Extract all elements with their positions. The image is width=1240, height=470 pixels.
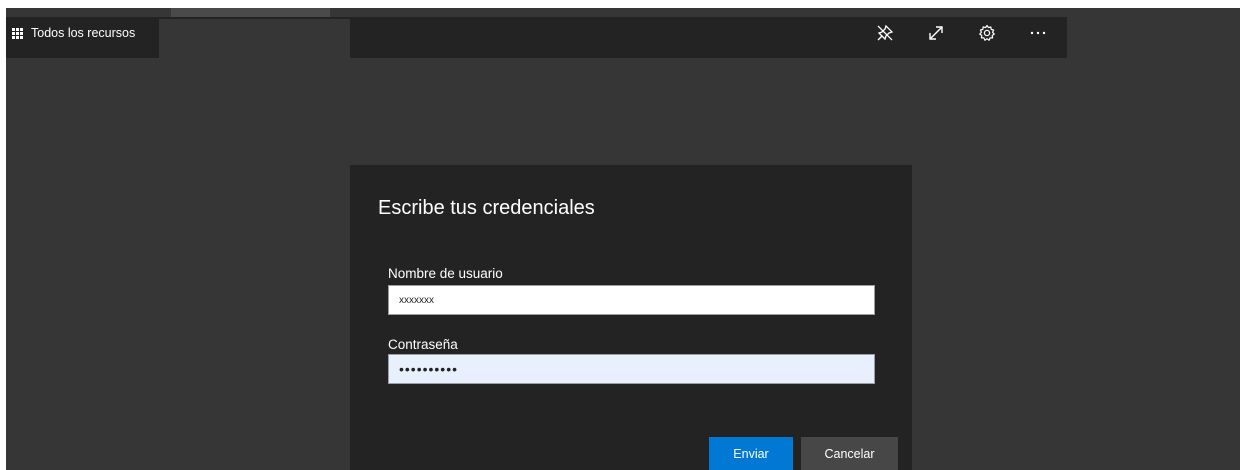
active-tab[interactable] xyxy=(159,19,350,58)
top-bar-right-area xyxy=(1067,17,1240,58)
password-field[interactable] xyxy=(388,354,875,384)
unpin-icon xyxy=(877,24,894,40)
more-icon xyxy=(1030,31,1046,34)
unpin-button[interactable] xyxy=(868,18,902,48)
username-field[interactable] xyxy=(388,285,875,315)
grid-icon xyxy=(12,27,23,39)
expand-icon xyxy=(929,25,943,40)
all-resources-button[interactable]: Todos los recursos xyxy=(12,18,135,48)
gear-icon xyxy=(979,24,995,41)
credentials-dialog: Escribe tus credenciales Nombre de usuar… xyxy=(350,165,912,470)
password-label: Contraseña xyxy=(388,337,458,352)
toolbar xyxy=(868,17,1072,48)
expand-button[interactable] xyxy=(919,18,953,48)
submit-button[interactable]: Enviar xyxy=(709,437,793,470)
dialog-title: Escribe tus credenciales xyxy=(378,197,595,219)
all-resources-label: Todos los recursos xyxy=(31,26,136,40)
more-button[interactable] xyxy=(1021,18,1055,48)
username-label: Nombre de usuario xyxy=(388,266,503,281)
settings-button[interactable] xyxy=(970,18,1004,48)
cancel-button[interactable]: Cancelar xyxy=(801,437,898,470)
